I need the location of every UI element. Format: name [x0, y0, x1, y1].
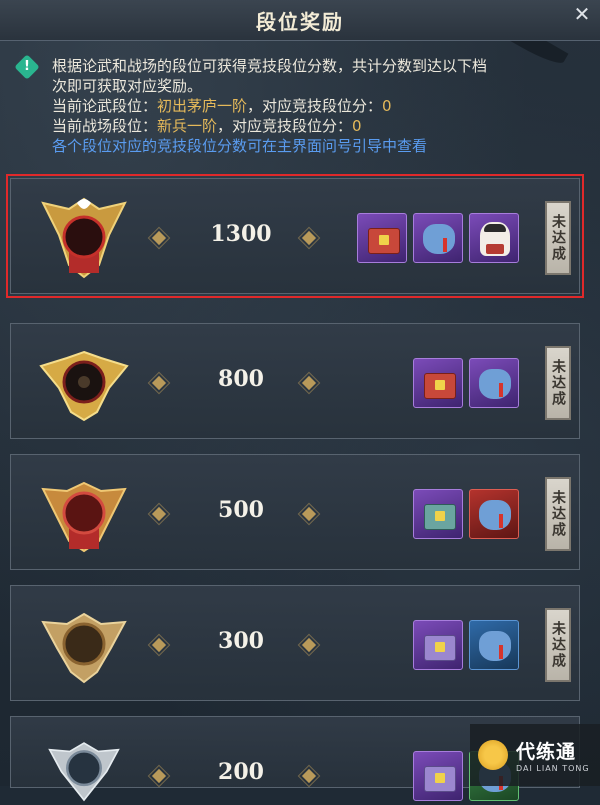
reward-chest-icon[interactable] [413, 620, 463, 670]
left-arrow-icon [151, 506, 167, 522]
battle-rank: 新兵一阶 [157, 117, 218, 135]
panel-header: 段位奖励 ✕ [0, 0, 600, 41]
watermark: 代练通 DAI LIAN TONG [470, 724, 600, 786]
info-line-2: 次即可获取对应奖励。 [52, 77, 203, 95]
reward-chest-icon[interactable] [413, 358, 463, 408]
lunwu-rank: 初出茅庐一阶 [157, 97, 248, 115]
right-arrow-icon [301, 230, 317, 246]
reward-pouch-icon[interactable] [413, 213, 463, 263]
reward-pouch-icon[interactable] [469, 358, 519, 408]
lunwu-score: 0 [382, 97, 392, 115]
tier-score: 500 [218, 497, 264, 523]
battle-rank-line: 当前战场段位：新兵一阶，对应竞技段位分：0 [22, 116, 588, 136]
left-arrow-icon [151, 375, 167, 391]
left-arrow-icon [151, 230, 167, 246]
bronze-winged-emblem-icon [41, 612, 127, 684]
gold-winged-emblem-icon [41, 197, 127, 279]
tier-score: 1300 [210, 221, 272, 247]
status-badge: 未达成 [545, 201, 571, 275]
lunwu-rank-line: 当前论武段位：初出茅庐一阶，对应竞技段位分：0 [22, 96, 588, 116]
tier-row: 800 未达成 [10, 323, 580, 439]
reward-list [413, 620, 519, 670]
tier-row: 300 未达成 [10, 585, 580, 701]
silver-winged-emblem-icon [48, 742, 120, 802]
right-arrow-icon [301, 637, 317, 653]
reward-list [413, 489, 519, 539]
left-arrow-icon [151, 637, 167, 653]
battle-prefix: 当前战场段位： [52, 117, 158, 135]
tier-row: 500 未达成 [10, 454, 580, 570]
battle-mid: ，对应竞技段位分： [217, 117, 353, 135]
lunwu-mid: ，对应竞技段位分： [247, 97, 383, 115]
watermark-name: 代练通 [516, 741, 577, 763]
gold-winged-emblem-icon [39, 350, 129, 422]
status-badge: 未达成 [545, 346, 571, 420]
status-badge: 未达成 [545, 477, 571, 551]
info-block: ! 根据论武和战场的段位可获得竞技段位分数，共计分数到达以下档 次即可获取对应奖… [14, 54, 588, 156]
reward-pouch-icon[interactable] [469, 620, 519, 670]
tier-score: 800 [218, 366, 264, 392]
reward-list [413, 358, 519, 408]
brand-logo-icon [478, 740, 508, 770]
reward-chest-icon[interactable] [413, 489, 463, 539]
right-arrow-icon [301, 506, 317, 522]
red-winged-emblem-icon [41, 481, 127, 553]
right-arrow-icon [301, 375, 317, 391]
watermark-sub: DAI LIAN TONG [516, 764, 590, 773]
info-line-1: 根据论武和战场的段位可获得竞技段位分数，共计分数到达以下档 [52, 57, 488, 75]
reward-list [357, 213, 519, 263]
close-icon[interactable]: ✕ [570, 2, 594, 26]
lunwu-prefix: 当前论武段位： [52, 97, 158, 115]
left-arrow-icon [151, 768, 167, 784]
battle-score: 0 [352, 117, 362, 135]
page-title: 段位奖励 [256, 9, 344, 34]
reward-pouch-icon[interactable] [469, 489, 519, 539]
tier-score: 300 [218, 628, 264, 654]
guide-hint-link[interactable]: 各个段位对应的竞技段位分数可在主界面问号引导中查看 [22, 136, 588, 156]
reward-avatar-frame-icon[interactable] [469, 213, 519, 263]
tier-row: 1300 未达成 [6, 174, 584, 298]
info-icon: ! [14, 54, 40, 80]
reward-chest-icon[interactable] [357, 213, 407, 263]
reward-chest-icon[interactable] [413, 751, 463, 801]
right-arrow-icon [301, 768, 317, 784]
status-badge: 未达成 [545, 608, 571, 682]
tier-score: 200 [218, 759, 264, 785]
